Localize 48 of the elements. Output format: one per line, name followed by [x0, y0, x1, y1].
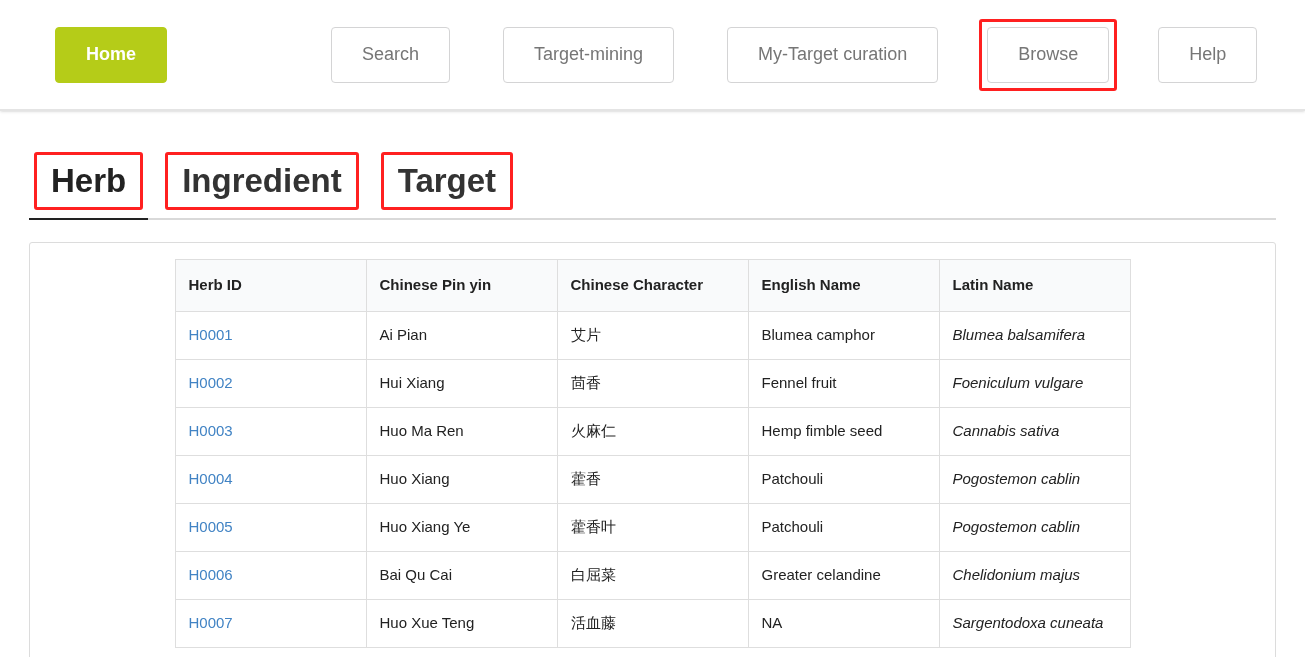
- table-cell: Pogostemon cablin: [952, 470, 1081, 488]
- table-cell: 茴香: [570, 374, 601, 392]
- table-cell: Chelidonium majus: [952, 566, 1081, 584]
- nav-button[interactable]: Search: [331, 26, 451, 83]
- table-cell: Cannabis sativa: [952, 422, 1060, 440]
- nav-button[interactable]: My-Target curation: [727, 26, 939, 83]
- table-cell: 艾片: [570, 326, 601, 344]
- tab[interactable]: Ingredient: [165, 152, 359, 210]
- table-cell: Patchouli: [761, 518, 824, 536]
- herb-id-link[interactable]: H0006: [188, 566, 233, 584]
- table-cell: Sargentodoxa cuneata: [952, 614, 1104, 632]
- column-header: Latin Name: [939, 259, 1130, 312]
- tab[interactable]: Target: [380, 152, 514, 210]
- herb-id-link[interactable]: H0005: [188, 518, 233, 536]
- table-cell: NA: [761, 614, 783, 632]
- herb-id-link[interactable]: H0001: [188, 326, 233, 344]
- table-cell: 火麻仁: [570, 422, 616, 440]
- table-cell: Pogostemon cablin: [952, 518, 1081, 536]
- herb-id-link[interactable]: H0004: [188, 470, 233, 488]
- table-cell: Hui Xiang: [379, 374, 445, 392]
- nav-button[interactable]: Target-mining: [503, 26, 675, 83]
- table-cell: Bai Qu Cai: [379, 566, 453, 584]
- table-cell: 白屈菜: [570, 566, 616, 584]
- table-cell: Foeniculum vulgare: [952, 374, 1084, 392]
- table-cell: Huo Ma Ren: [379, 422, 464, 440]
- table-cell: Huo Xiang Ye: [379, 518, 471, 536]
- column-header: Herb ID: [175, 259, 366, 312]
- table-cell: 活血藤: [570, 614, 616, 632]
- column-header: Chinese Character: [557, 259, 748, 312]
- herb-id-link[interactable]: H0002: [188, 374, 233, 392]
- nav-button[interactable]: Help: [1158, 26, 1258, 83]
- table-cell: Blumea balsamifera: [952, 326, 1086, 344]
- tab[interactable]: Herb: [34, 152, 144, 210]
- table-cell: Blumea camphor: [761, 326, 875, 344]
- table-cell: Hemp fimble seed: [761, 422, 883, 440]
- table-cell: 藿香: [570, 470, 601, 488]
- table-cell: Huo Xue Teng: [379, 614, 475, 632]
- column-header: Chinese Pin yin: [366, 259, 557, 312]
- table-cell: Patchouli: [761, 470, 824, 488]
- table-cell: 藿香叶: [570, 518, 616, 536]
- herb-id-link[interactable]: H0003: [188, 422, 233, 440]
- table-cell: Huo Xiang: [379, 470, 450, 488]
- table-cell: Fennel fruit: [761, 374, 837, 392]
- nav-button[interactable]: Browse: [987, 26, 1110, 83]
- herb-id-link[interactable]: H0007: [188, 614, 233, 632]
- table-cell: Ai Pian: [379, 326, 428, 344]
- column-header: English Name: [748, 259, 939, 312]
- table-cell: Greater celandine: [761, 566, 881, 584]
